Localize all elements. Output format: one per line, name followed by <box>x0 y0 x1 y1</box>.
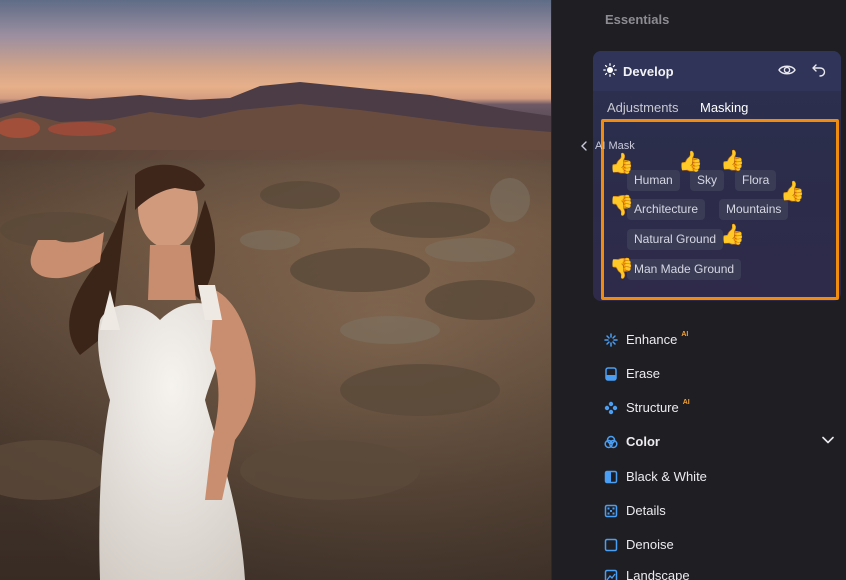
tool-denoise[interactable]: Denoise <box>604 537 674 552</box>
tool-landscape[interactable]: Landscape <box>604 568 690 580</box>
thumbs-down-icon: 👎 <box>609 258 634 280</box>
tool-label: Erase <box>626 366 660 381</box>
mask-chip-man-made-ground[interactable]: Man Made Ground <box>627 259 742 280</box>
tool-label: Color <box>626 434 660 449</box>
erase-icon <box>605 366 617 381</box>
chevron-down-icon[interactable] <box>822 436 834 444</box>
enhance-icon <box>604 332 618 347</box>
mask-chip-architecture[interactable]: Architecture <box>627 199 706 220</box>
tool-enhance[interactable]: Enhance AI <box>604 331 689 347</box>
black-white-icon <box>604 470 618 483</box>
tool-label: Structure <box>626 400 679 415</box>
edit-panel: Essentials Develop Adjustments Masking A… <box>551 0 846 580</box>
ai-mask-back-button[interactable]: AI Mask <box>581 140 635 152</box>
tab-adjustments[interactable]: Adjustments <box>607 100 679 115</box>
thumbs-up-icon: 👍 <box>720 150 745 172</box>
tool-details[interactable]: Details <box>604 503 666 518</box>
tool-label: Enhance <box>626 332 678 347</box>
mask-chip-mountains[interactable]: Mountains <box>719 199 789 220</box>
thumbs-up-icon: 👍 <box>720 224 745 246</box>
tool-label: Black & White <box>626 469 707 484</box>
tool-label: Denoise <box>626 537 674 552</box>
ai-mask-label: AI Mask <box>595 140 635 152</box>
chevron-left-icon <box>581 141 587 151</box>
tool-color[interactable]: Color <box>604 434 660 449</box>
landscape-icon <box>604 569 618 580</box>
thumbs-up-icon: 👍 <box>780 181 805 203</box>
develop-title: Develop <box>623 64 674 79</box>
mask-chip-human[interactable]: Human <box>627 170 680 191</box>
undo-icon[interactable] <box>812 63 826 77</box>
mask-chip-sky[interactable]: Sky <box>690 170 725 191</box>
details-icon <box>604 504 618 517</box>
tool-label: Landscape <box>626 568 690 580</box>
tool-black-white[interactable]: Black & White <box>604 469 707 484</box>
develop-header[interactable]: Develop <box>593 51 841 91</box>
ai-badge: AI <box>682 399 690 406</box>
photo-canvas[interactable] <box>0 0 551 580</box>
color-icon <box>604 435 618 448</box>
structure-icon <box>604 401 618 414</box>
denoise-icon <box>604 538 618 551</box>
tab-masking[interactable]: Masking <box>700 100 748 115</box>
tool-structure[interactable]: Structure AI <box>604 399 690 415</box>
thumbs-up-icon: 👍 <box>678 151 703 173</box>
eye-icon[interactable] <box>778 63 796 77</box>
ai-badge: AI <box>681 331 689 338</box>
tool-erase[interactable]: Erase <box>604 366 660 381</box>
photo-image <box>0 82 551 580</box>
thumbs-down-icon: 👎 <box>609 195 634 217</box>
tool-label: Details <box>626 503 666 518</box>
sun-icon <box>603 63 617 77</box>
thumbs-up-icon: 👍 <box>609 153 634 175</box>
section-title-essentials: Essentials <box>605 12 670 27</box>
mask-chip-flora[interactable]: Flora <box>735 170 777 191</box>
mask-chip-natural-ground[interactable]: Natural Ground <box>627 229 724 250</box>
